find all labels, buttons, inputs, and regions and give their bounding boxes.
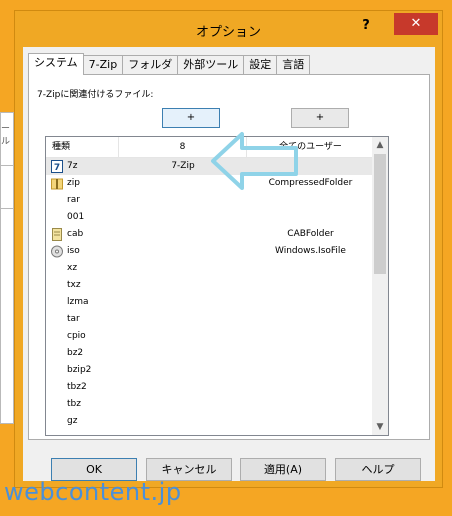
list-item[interactable]: bzip2 [46,362,374,379]
svg-text:7: 7 [54,163,60,173]
file-type: cab [67,229,84,239]
tab-system[interactable]: システム [28,53,84,75]
file-type: bzip2 [67,365,92,375]
file-type: 7z [67,161,78,171]
list-item[interactable]: tbz2 [46,379,374,396]
file-type: zip [67,178,80,188]
disc-image-icon [51,245,63,258]
file-type: bz2 [67,348,84,358]
background-divider [1,208,15,209]
file-type: rar [67,195,80,205]
file-type: lzma [67,297,89,307]
apply-button[interactable]: 適用(A) [240,458,326,481]
list-item[interactable]: tbz [46,396,374,413]
dialog-client-area: システム 7-Zip フォルダ 外部ツール 設定 言語 7-Zipに関連付けるフ… [23,47,435,481]
tab-settings[interactable]: 設定 [243,55,278,75]
close-button[interactable]: ✕ [394,13,438,35]
list-item[interactable]: 001 [46,209,374,226]
scrollbar-thumb[interactable] [374,154,386,274]
options-dialog: オプション ? ✕ システム 7-Zip フォルダ 外部ツール 設定 言語 7-… [14,10,443,488]
scroll-up-icon[interactable]: ▲ [372,137,388,153]
list-item[interactable]: bz2 [46,345,374,362]
list-item[interactable]: txz [46,277,374,294]
file-type: cpio [67,331,86,341]
zip-folder-icon [51,177,63,190]
list-item[interactable]: cab CABFolder [46,226,374,243]
list-item[interactable]: tar [46,311,374,328]
all-users-handler: CABFolder [287,229,334,239]
help-icon[interactable]: ? [356,17,376,37]
file-association-label: 7-Zipに関連付けるファイル: [37,90,154,100]
list-item[interactable]: xz [46,260,374,277]
file-type: tbz2 [67,382,87,392]
watermark: webcontent.jp [4,478,182,506]
file-type: tbz [67,399,81,409]
column-header-type[interactable]: 種類 [46,137,119,158]
tab-folder[interactable]: フォルダ [122,55,179,75]
list-rows: 7 7z 7-Zip zip CompressedFolder rar 001 … [46,158,374,430]
tab-language[interactable]: 言語 [276,55,311,75]
scroll-down-icon[interactable]: ▼ [372,419,388,435]
pointer-arrow-icon [211,132,298,190]
list-item[interactable]: lzma [46,294,374,311]
file-type: tar [67,314,80,324]
background-window: ール [0,112,15,424]
file-type: iso [67,246,80,256]
tab-7zip[interactable]: 7-Zip [82,55,124,75]
window-title: オプション [195,25,261,40]
file-type: gz [67,416,78,426]
associate-all-users-button[interactable]: + [291,108,349,128]
list-item[interactable]: iso Windows.IsoFile [46,243,374,260]
all-users-handler: Windows.IsoFile [275,246,346,256]
file-type: txz [67,280,81,290]
vertical-scrollbar[interactable]: ▲ ▼ [372,137,388,435]
file-type: 001 [67,212,85,222]
close-icon: ✕ [410,16,422,31]
background-divider [1,165,15,166]
list-item[interactable]: rar [46,192,374,209]
tab-external-tools[interactable]: 外部ツール [177,55,245,75]
background-window-fragment: ール [1,124,11,147]
7z-archive-icon: 7 [51,160,63,173]
help-button[interactable]: ヘルプ [335,458,421,481]
cab-file-icon [51,228,63,241]
file-type: xz [67,263,78,273]
associate-current-user-button[interactable]: + [162,108,220,128]
title-bar[interactable]: オプション ? ✕ [15,11,442,47]
list-item[interactable]: gz [46,413,374,430]
tab-strip: システム 7-Zip フォルダ 外部ツール 設定 言語 [28,53,311,75]
list-item[interactable]: cpio [46,328,374,345]
